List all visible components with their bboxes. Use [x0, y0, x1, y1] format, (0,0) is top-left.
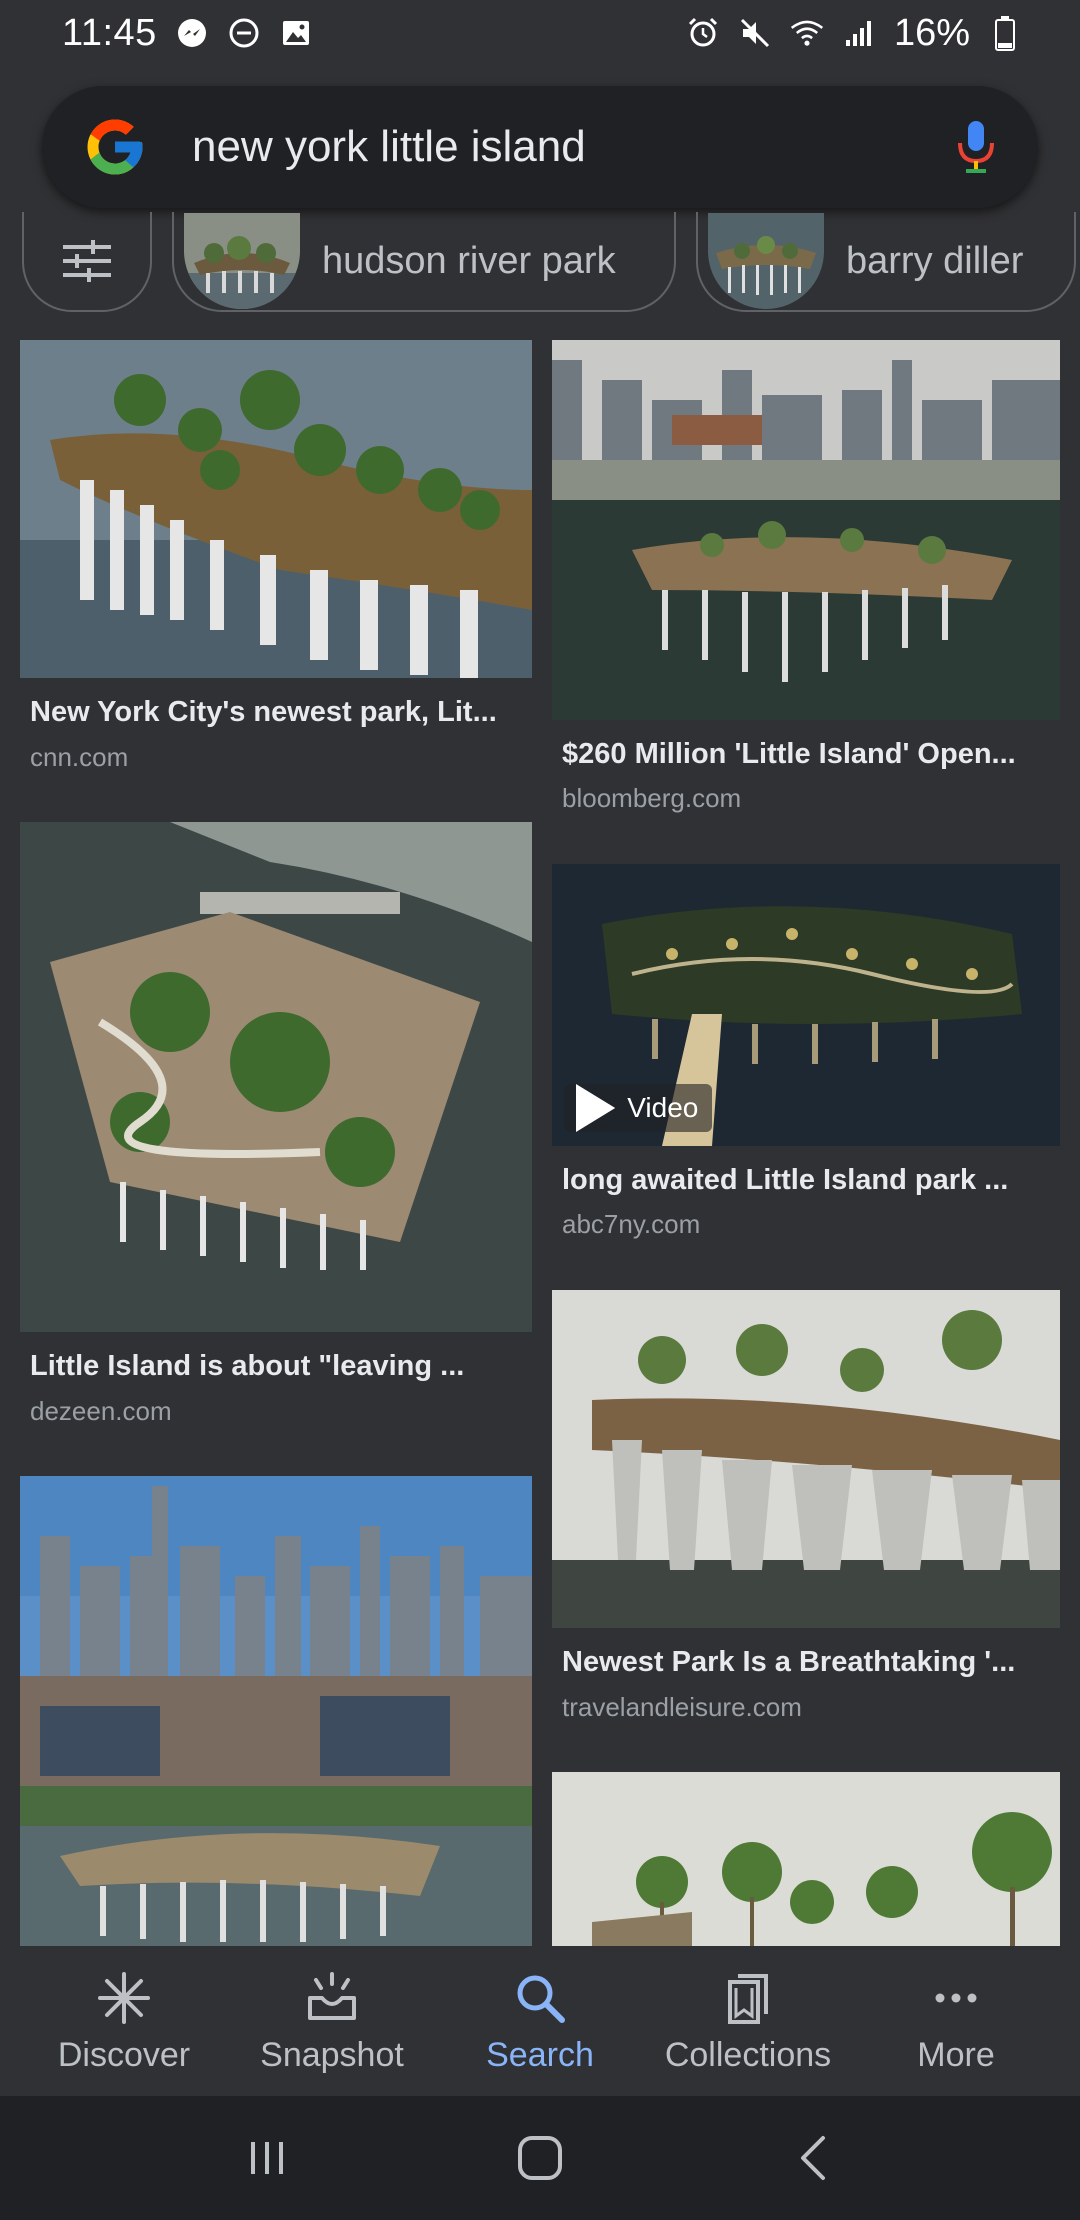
- result-image[interactable]: [20, 1476, 532, 1946]
- result-title[interactable]: Newest Park Is a Breathtaking '...: [562, 1646, 1052, 1679]
- result-title[interactable]: long awaited Little Island park ...: [562, 1164, 1052, 1197]
- tune-icon: [63, 240, 111, 282]
- suggestion-chips: hudson river park barry diller: [0, 212, 1080, 316]
- result-source: abc7ny.com: [562, 1209, 701, 1239]
- result-source: dezeen.com: [30, 1396, 172, 1426]
- image-result[interactable]: [552, 1772, 1060, 1946]
- chip-label: hudson river park: [322, 239, 616, 282]
- video-label: Video: [627, 1092, 699, 1123]
- search-query-text[interactable]: new york little island: [192, 122, 954, 172]
- nav-snapshot[interactable]: Snapshot: [232, 1968, 432, 2075]
- nav-search[interactable]: Search: [440, 1968, 640, 2075]
- result-image[interactable]: [20, 822, 532, 1332]
- result-image[interactable]: [20, 340, 532, 678]
- google-logo: [87, 119, 143, 175]
- image-result[interactable]: [20, 1476, 532, 1946]
- chip-thumbnail: [184, 213, 300, 309]
- messenger-icon: [175, 16, 209, 50]
- nav-label: Discover: [57, 2035, 191, 2074]
- nav-label: Search: [486, 2035, 594, 2074]
- result-source: bloomberg.com: [562, 783, 742, 813]
- wifi-icon: [790, 16, 824, 50]
- nav-discover[interactable]: Discover: [24, 1968, 224, 2075]
- play-icon: [576, 1084, 616, 1132]
- result-source: travelandleisure.com: [562, 1692, 802, 1722]
- signal-icon: [842, 16, 876, 50]
- mute-icon: [738, 16, 772, 50]
- result-source: cnn.com: [30, 742, 129, 772]
- recent-apps-button[interactable]: [227, 2118, 307, 2198]
- chip-hudson-river-park[interactable]: hudson river park: [172, 212, 676, 312]
- filter-chip[interactable]: [22, 212, 152, 312]
- recent-apps-icon: [250, 2142, 283, 2174]
- home-button[interactable]: [500, 2118, 580, 2198]
- result-title[interactable]: New York City's newest park, Lit...: [30, 696, 525, 729]
- battery-percent: 16%: [893, 11, 970, 54]
- alarm-icon: [686, 16, 720, 50]
- chip-thumbnail: [708, 213, 824, 309]
- result-image[interactable]: Video: [552, 864, 1060, 1146]
- nav-collections[interactable]: Collections: [648, 1968, 848, 2075]
- do-not-disturb-icon: [227, 16, 261, 50]
- image-result[interactable]: New York City's newest park, Lit... cnn.…: [20, 340, 532, 790]
- result-title[interactable]: $260 Million 'Little Island' Open...: [562, 738, 1052, 771]
- nav-label: Snapshot: [260, 2035, 404, 2074]
- result-title[interactable]: Little Island is about "leaving ...: [30, 1350, 525, 1383]
- video-badge: Video: [564, 1084, 713, 1132]
- nav-more[interactable]: More: [856, 1968, 1056, 2075]
- collections-icon: [728, 1973, 768, 2024]
- image-result[interactable]: Little Island is about "leaving ... deze…: [20, 822, 532, 1426]
- battery-icon: [988, 16, 1022, 51]
- search-icon: [517, 1975, 565, 2023]
- nav-label: More: [917, 2035, 995, 2074]
- discover-icon: [98, 1971, 150, 2024]
- more-icon: [935, 1993, 977, 2002]
- search-bar[interactable]: new york little island: [42, 86, 1038, 208]
- result-image[interactable]: [552, 1772, 1060, 1946]
- image-result[interactable]: Video long awaited Little Island park ..…: [552, 864, 1060, 1254]
- chip-label: barry diller: [846, 239, 1024, 282]
- bottom-navigation: Discover Snapshot Search Collections Mor…: [0, 1946, 1080, 2096]
- nav-label: Collections: [664, 2035, 832, 2074]
- image-result[interactable]: $260 Million 'Little Island' Open... blo…: [552, 340, 1060, 830]
- system-navigation-bar: [0, 2096, 1080, 2220]
- image-icon: [279, 16, 313, 50]
- result-image[interactable]: [552, 1290, 1060, 1628]
- status-time: 11:45: [62, 11, 157, 54]
- home-icon: [517, 2136, 562, 2180]
- snapshot-icon: [308, 1971, 356, 2020]
- result-image[interactable]: [552, 340, 1060, 720]
- back-button[interactable]: [773, 2118, 853, 2198]
- chip-barry-diller[interactable]: barry diller: [696, 212, 1076, 312]
- back-icon: [801, 2136, 826, 2180]
- mic-icon[interactable]: [954, 117, 998, 177]
- image-result[interactable]: Newest Park Is a Breathtaking '... trave…: [552, 1290, 1060, 1730]
- status-bar: 11:45 16%: [0, 0, 1080, 66]
